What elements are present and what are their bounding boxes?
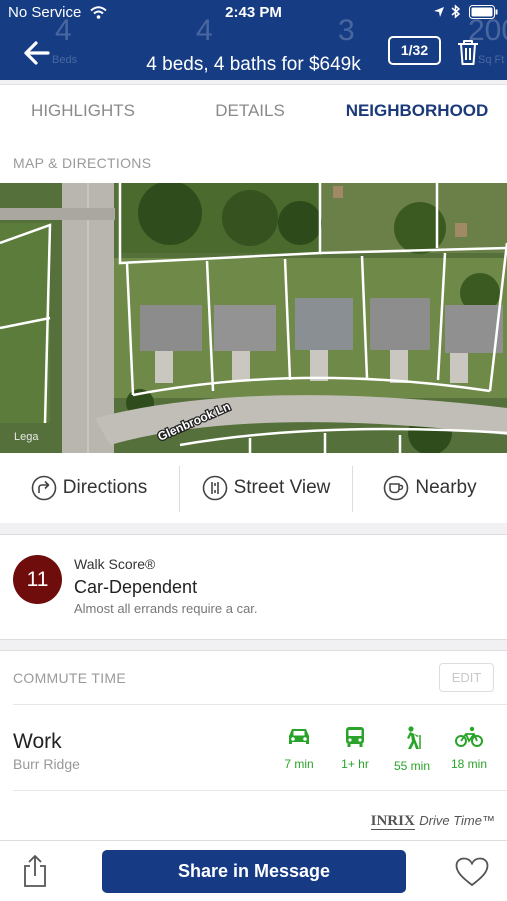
bus-icon bbox=[346, 727, 364, 747]
directions-label: Directions bbox=[62, 477, 148, 498]
commute-title: COMMUTE TIME bbox=[13, 670, 127, 686]
street-view-button[interactable]: Street View bbox=[180, 462, 352, 514]
inrix-logo: INRIX Drive Time™ bbox=[370, 812, 495, 830]
inrix-brand: INRIX bbox=[370, 813, 415, 830]
clock-text: 2:43 PM bbox=[225, 4, 282, 21]
walk-score-label: Walk Score® bbox=[74, 556, 156, 572]
walk-score-badge: 11 bbox=[13, 555, 62, 604]
walk-score-description: Almost all errands require a car. bbox=[74, 601, 258, 616]
divider bbox=[13, 704, 507, 705]
inrix-drive-time: Drive Time™ bbox=[419, 813, 495, 828]
street-view-icon bbox=[202, 475, 227, 501]
satellite-map[interactable]: Glenbrook Ln Lega bbox=[0, 183, 507, 453]
tab-details[interactable]: DETAILS bbox=[166, 85, 334, 137]
commute-location: Burr Ridge bbox=[13, 756, 80, 772]
nearby-label: Nearby bbox=[415, 477, 477, 498]
tab-bar: HIGHLIGHTS DETAILS NEIGHBORHOOD bbox=[0, 84, 507, 138]
location-arrow-icon bbox=[434, 7, 444, 17]
walk-score-rating: Car-Dependent bbox=[74, 577, 198, 597]
header-bar: 4 Beds 4 3 200 Sq Ft No Service 2:43 PM … bbox=[0, 0, 507, 80]
commute-time-walk: 55 min bbox=[393, 759, 431, 773]
commute-time-car: 7 min bbox=[284, 757, 314, 771]
map-section-title: MAP & DIRECTIONS bbox=[13, 155, 152, 171]
divider bbox=[13, 790, 507, 791]
nearby-button[interactable]: Nearby bbox=[353, 462, 507, 514]
trash-icon[interactable] bbox=[456, 38, 480, 66]
street-view-label: Street View bbox=[233, 477, 331, 498]
tab-neighborhood[interactable]: NEIGHBORHOOD bbox=[334, 85, 500, 137]
edit-commute-button[interactable]: EDIT bbox=[439, 663, 494, 692]
legal-label[interactable]: Lega bbox=[14, 431, 39, 443]
share-in-message-button[interactable]: Share in Message bbox=[102, 850, 406, 893]
bluetooth-icon bbox=[451, 4, 460, 19]
commute-mode-walk[interactable]: 55 min bbox=[392, 726, 432, 773]
walk-icon bbox=[407, 726, 421, 749]
car-icon bbox=[289, 729, 309, 744]
battery-icon bbox=[469, 5, 498, 19]
commute-time-bike: 18 min bbox=[450, 757, 488, 771]
directions-button[interactable]: Directions bbox=[0, 462, 178, 514]
directions-icon bbox=[31, 475, 57, 501]
commute-mode-car[interactable]: 7 min bbox=[279, 726, 319, 771]
commute-mode-bus[interactable]: 1+ hr bbox=[335, 726, 375, 771]
commute-time-bus: 1+ hr bbox=[341, 757, 369, 771]
photo-counter[interactable]: 1/32 bbox=[388, 36, 441, 65]
tab-highlights[interactable]: HIGHLIGHTS bbox=[0, 85, 166, 137]
commute-destination: Work bbox=[13, 730, 62, 753]
commute-mode-bike[interactable]: 18 min bbox=[449, 726, 489, 771]
share-icon[interactable] bbox=[22, 854, 48, 888]
bike-icon bbox=[455, 726, 483, 747]
heart-icon[interactable] bbox=[455, 857, 489, 887]
coffee-cup-icon bbox=[384, 475, 409, 501]
